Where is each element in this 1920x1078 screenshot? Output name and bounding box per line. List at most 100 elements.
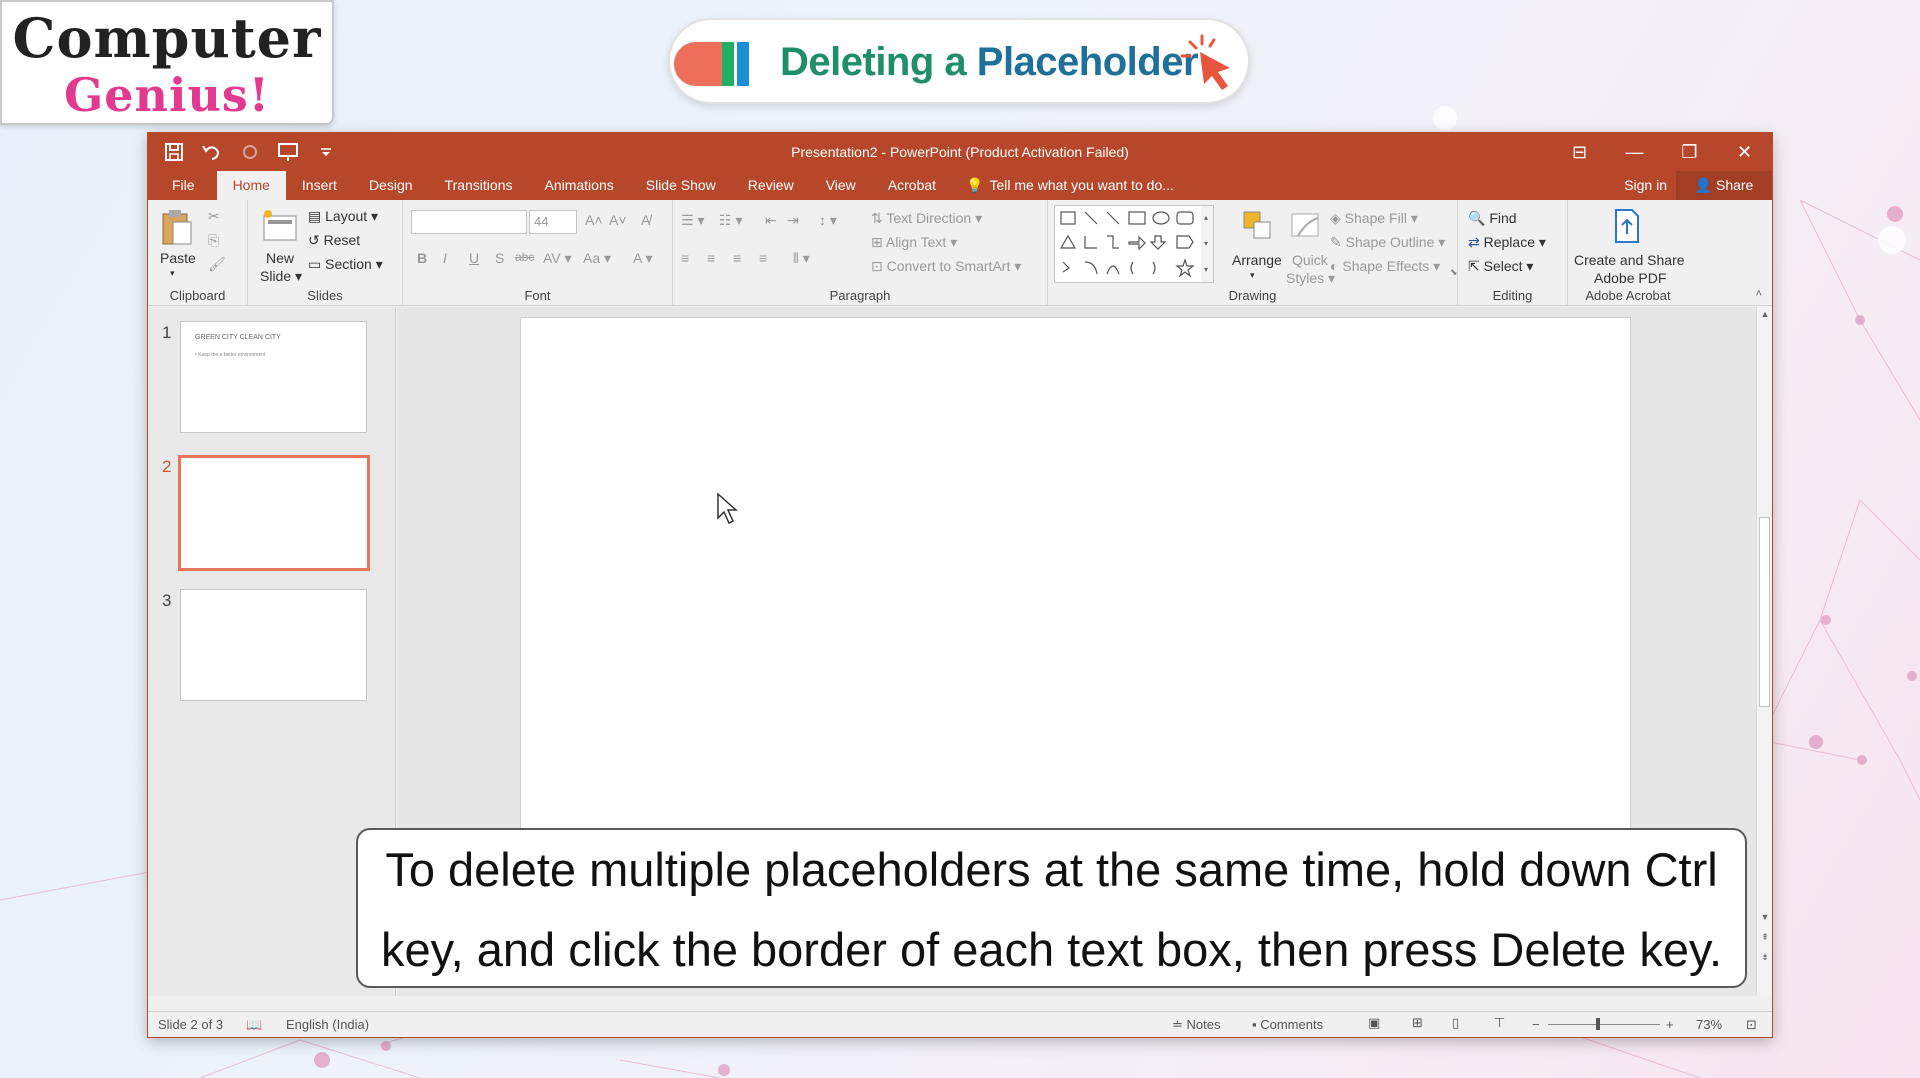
find-button[interactable]: 🔍 Find bbox=[1468, 210, 1517, 227]
quick-styles-button-line1[interactable]: Quick bbox=[1292, 252, 1328, 268]
zoom-level[interactable]: 73% bbox=[1696, 1017, 1722, 1032]
layout-button[interactable]: ▤ Layout ▾ bbox=[308, 208, 378, 225]
scroll-up-icon[interactable]: ▲ bbox=[1757, 309, 1773, 319]
change-case-icon[interactable]: Aa ▾ bbox=[583, 250, 611, 267]
tab-home[interactable]: Home bbox=[216, 171, 286, 200]
line-spacing-icon[interactable]: ↕ ▾ bbox=[819, 212, 837, 229]
arrange-icon[interactable] bbox=[1240, 208, 1276, 244]
cut-icon[interactable]: ✂ bbox=[208, 208, 220, 225]
close-icon[interactable]: ✕ bbox=[1717, 133, 1772, 171]
font-name-field[interactable] bbox=[411, 210, 527, 234]
text-direction-button[interactable]: ⇅ Text Direction ▾ bbox=[871, 210, 982, 227]
bold-icon[interactable]: B bbox=[417, 250, 427, 266]
reading-view-icon[interactable]: ▯ bbox=[1452, 1015, 1459, 1031]
minimize-icon[interactable]: — bbox=[1607, 133, 1662, 171]
paste-button[interactable]: Paste bbox=[160, 250, 196, 266]
shape-effects-button[interactable]: ◐ Shape Effects ▾ bbox=[1330, 258, 1440, 275]
fit-to-window-icon[interactable]: ⊡ bbox=[1746, 1017, 1757, 1033]
restore-icon[interactable]: ❐ bbox=[1662, 133, 1717, 171]
format-painter-icon[interactable]: 🖌 bbox=[208, 256, 226, 273]
create-share-pdf-line1[interactable]: Create and Share bbox=[1574, 252, 1685, 268]
replace-button[interactable]: ⇄ Replace ▾ bbox=[1468, 234, 1546, 251]
slide-sorter-icon[interactable]: ⊞ bbox=[1412, 1015, 1423, 1031]
columns-icon[interactable]: ⫴ ▾ bbox=[793, 250, 810, 267]
strikethrough-icon[interactable]: abc bbox=[515, 250, 534, 264]
comment-icon: ▪ bbox=[1252, 1017, 1257, 1032]
person-icon: 👤 bbox=[1694, 177, 1713, 193]
italic-icon[interactable]: I bbox=[443, 250, 447, 266]
normal-view-icon[interactable]: ▣ bbox=[1368, 1015, 1380, 1031]
collapse-ribbon-icon[interactable]: ˄ bbox=[1756, 288, 1762, 300]
shrink-font-icon[interactable]: A˅ bbox=[609, 212, 627, 228]
clear-formatting-icon[interactable]: A̸ bbox=[641, 212, 650, 228]
zoom-slider-track[interactable] bbox=[1548, 1024, 1660, 1025]
quick-styles-button-line2[interactable]: Styles ▾ bbox=[1286, 270, 1335, 287]
share-button[interactable]: 👤 Share bbox=[1676, 171, 1772, 200]
ribbon-display-options-icon[interactable]: ⊟ bbox=[1552, 133, 1607, 171]
tab-animations[interactable]: Animations bbox=[528, 171, 629, 200]
tab-design[interactable]: Design bbox=[353, 171, 429, 200]
previous-slide-icon[interactable]: ⇞ bbox=[1757, 932, 1773, 943]
increase-indent-icon[interactable]: ⇥ bbox=[787, 212, 799, 229]
font-size-field[interactable]: 44 bbox=[529, 210, 577, 234]
numbering-icon[interactable]: ☷ ▾ bbox=[719, 212, 742, 229]
drawing-dialog-launcher-icon[interactable]: ⬊ bbox=[1450, 267, 1458, 278]
shadow-icon[interactable]: S bbox=[495, 250, 504, 266]
smartart-icon: ⊡ bbox=[871, 258, 883, 274]
new-slide-icon[interactable] bbox=[262, 208, 298, 244]
copy-icon[interactable]: ⎘ bbox=[208, 232, 219, 249]
create-share-pdf-line2[interactable]: Adobe PDF bbox=[1594, 270, 1666, 286]
align-right-icon[interactable]: ≡ bbox=[733, 250, 741, 266]
comments-button[interactable]: ▪ Comments bbox=[1252, 1017, 1323, 1032]
zoom-slider-thumb[interactable] bbox=[1596, 1018, 1600, 1030]
section-button[interactable]: ▭ Section ▾ bbox=[308, 256, 383, 273]
scroll-down-icon[interactable]: ▼ bbox=[1757, 912, 1773, 922]
next-slide-icon[interactable]: ⇟ bbox=[1757, 952, 1773, 963]
slide-thumbnail-3[interactable] bbox=[180, 589, 367, 701]
select-button[interactable]: ⇱ Select ▾ bbox=[1468, 258, 1533, 275]
slideshow-view-icon[interactable]: ⊤ bbox=[1494, 1015, 1505, 1031]
tab-acrobat[interactable]: Acrobat bbox=[872, 171, 952, 200]
font-color-icon[interactable]: A ▾ bbox=[633, 250, 652, 267]
spelling-check-icon[interactable]: 📖 bbox=[246, 1017, 262, 1033]
shapes-gallery[interactable]: ▴ ▾ ▾ bbox=[1054, 205, 1214, 283]
bullets-icon[interactable]: ☰ ▾ bbox=[681, 212, 704, 229]
slide-thumbnail-2[interactable] bbox=[178, 455, 370, 571]
slide-thumbnail-1[interactable]: GREEN CITY CLEAN CITY • Keep the a bette… bbox=[180, 321, 367, 433]
paste-icon[interactable] bbox=[160, 208, 194, 248]
arrange-button[interactable]: Arrange bbox=[1232, 252, 1282, 268]
convert-smartart-button[interactable]: ⊡ Convert to SmartArt ▾ bbox=[871, 258, 1021, 275]
grow-font-icon[interactable]: A˄ bbox=[585, 212, 603, 228]
notes-button[interactable]: ≐ Notes bbox=[1172, 1017, 1221, 1033]
justify-icon[interactable]: ≡ bbox=[759, 250, 767, 266]
tab-file[interactable]: File bbox=[148, 171, 217, 200]
new-slide-button-line1[interactable]: New bbox=[266, 250, 294, 266]
vertical-scrollbar[interactable]: ▲ ▼ ⇞ ⇟ bbox=[1756, 307, 1772, 996]
zoom-in-icon[interactable]: + bbox=[1666, 1017, 1674, 1032]
tab-insert[interactable]: Insert bbox=[286, 171, 353, 200]
shape-outline-button[interactable]: ✎ Shape Outline ▾ bbox=[1330, 234, 1445, 251]
align-text-button[interactable]: ⊞ Align Text ▾ bbox=[871, 234, 957, 251]
sign-in-link[interactable]: Sign in bbox=[1624, 171, 1667, 200]
new-slide-button-line2[interactable]: Slide ▾ bbox=[260, 268, 302, 285]
tell-me-search[interactable]: 💡 Tell me what you want to do... bbox=[952, 171, 1174, 200]
character-spacing-icon[interactable]: AV ▾ bbox=[543, 250, 572, 267]
tab-transitions[interactable]: Transitions bbox=[429, 171, 529, 200]
zoom-out-icon[interactable]: − bbox=[1532, 1017, 1540, 1032]
align-left-icon[interactable]: ≡ bbox=[681, 250, 689, 266]
align-center-icon[interactable]: ≡ bbox=[707, 250, 715, 266]
arrange-dropdown-icon[interactable]: ▾ bbox=[1250, 270, 1255, 281]
quick-styles-icon[interactable] bbox=[1288, 208, 1324, 244]
create-pdf-icon[interactable] bbox=[1612, 208, 1642, 244]
tab-slide-show[interactable]: Slide Show bbox=[630, 171, 732, 200]
language-indicator[interactable]: English (India) bbox=[286, 1017, 369, 1032]
tab-view[interactable]: View bbox=[810, 171, 872, 200]
paste-dropdown-icon[interactable]: ▾ bbox=[170, 268, 175, 279]
scrollbar-thumb[interactable] bbox=[1759, 517, 1770, 707]
shape-fill-button[interactable]: ◈ Shape Fill ▾ bbox=[1330, 210, 1418, 227]
reset-button[interactable]: ↺ Reset bbox=[308, 232, 360, 249]
decrease-indent-icon[interactable]: ⇤ bbox=[765, 212, 777, 229]
paragraph-group: ☰ ▾ ☷ ▾ ⇤ ⇥ ↕ ▾ ≡ ≡ ≡ ≡ ⫴ ▾ ⇅ Text Direc… bbox=[673, 200, 1048, 306]
underline-icon[interactable]: U bbox=[469, 250, 479, 266]
tab-review[interactable]: Review bbox=[732, 171, 810, 200]
